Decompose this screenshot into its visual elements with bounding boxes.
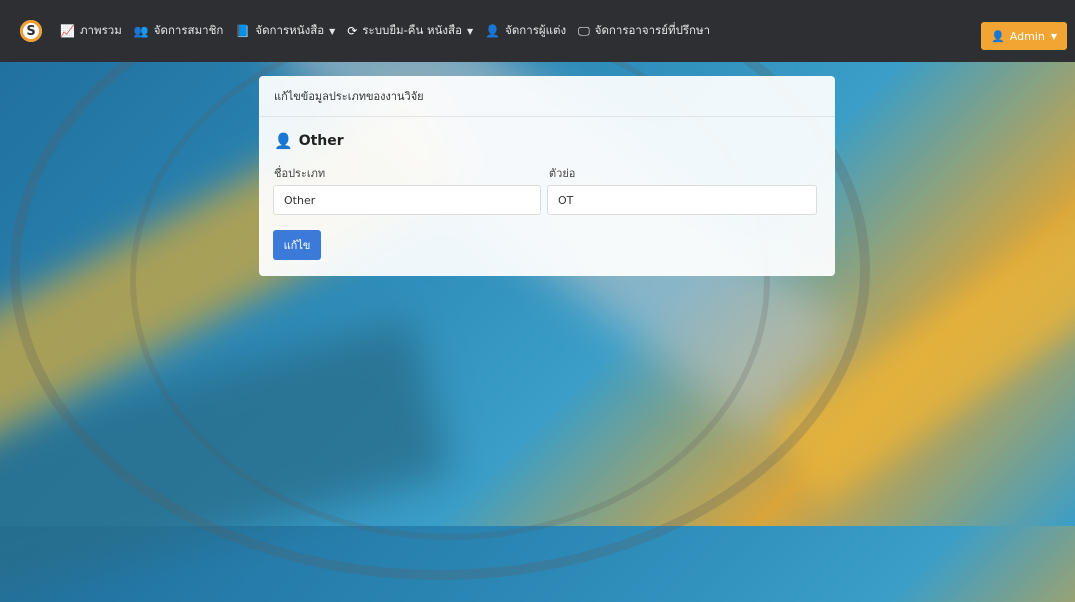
nav-item-4[interactable]: 👤 จัดการผู้แต่ง [485,22,566,40]
card-header: แก้ไขข้อมูลประเภทของงานวิจัย [259,76,835,117]
card-title-text: Other [298,133,344,149]
nav-item-label: จัดการหนังสือ [255,23,325,37]
user-tie-icon: 👤 [485,24,501,38]
edit-research-type-card: แก้ไขข้อมูลประเภทของงานวิจัย 👤 Other ชื่… [259,76,835,276]
admin-dropdown-button[interactable]: 👤 Admin ▼ [981,22,1067,50]
user-edit-icon: 👤 [274,132,293,150]
admin-label: Admin [1009,29,1045,43]
nav-item-3[interactable]: ⟳ ระบบยืม-คืน หนังสือ ▼ [347,22,473,40]
nav-item-0[interactable]: 📈 ภาพรวม [60,22,122,40]
book-icon: 📘 [235,24,251,38]
type-name-input[interactable]: Other [273,185,541,215]
abbreviation-label: ตัวย่อ [549,167,576,180]
teacher-icon: 🖵 [578,23,590,38]
chart-line-icon: 📈 [60,24,75,38]
nav-item-5[interactable]: 🖵 จัดการอาจารย์ที่ปรึกษา [578,22,710,40]
nav-item-1[interactable]: 👥 จัดการสมาชิก [134,22,224,40]
brand-logo[interactable]: S [20,20,42,42]
submit-edit-button[interactable]: แก้ไข [273,230,321,260]
nav-item-label: จัดการสมาชิก [153,23,224,37]
type-name-label: ชื่อประเภท [274,167,326,180]
card-title: 👤 Other [274,132,344,150]
caret-down-icon: ▼ [1050,31,1057,41]
nav-item-label: จัดการอาจารย์ที่ปรึกษา [594,23,711,37]
abbreviation-input[interactable]: OT [547,185,817,215]
nav-item-label: ระบบยืม-คืน หนังสือ [362,23,462,37]
nav-item-2[interactable]: 📘 จัดการหนังสือ ▼ [235,22,335,40]
refresh-icon: ⟳ [347,24,358,38]
caret-down-icon: ▼ [466,26,474,36]
caret-down-icon: ▼ [329,26,336,36]
nav-item-label: จัดการผู้แต่ง [505,23,567,37]
top-navbar: S 📈 ภาพรวม 👥 จัดการสมาชิก 📘 จัดการหนังสือ ▼ ⟳ ระ… [0,0,1075,62]
users-icon: 👥 [133,24,149,38]
nav-item-label: ภาพรวม [79,23,122,37]
user-icon: 👤 [991,29,1005,43]
